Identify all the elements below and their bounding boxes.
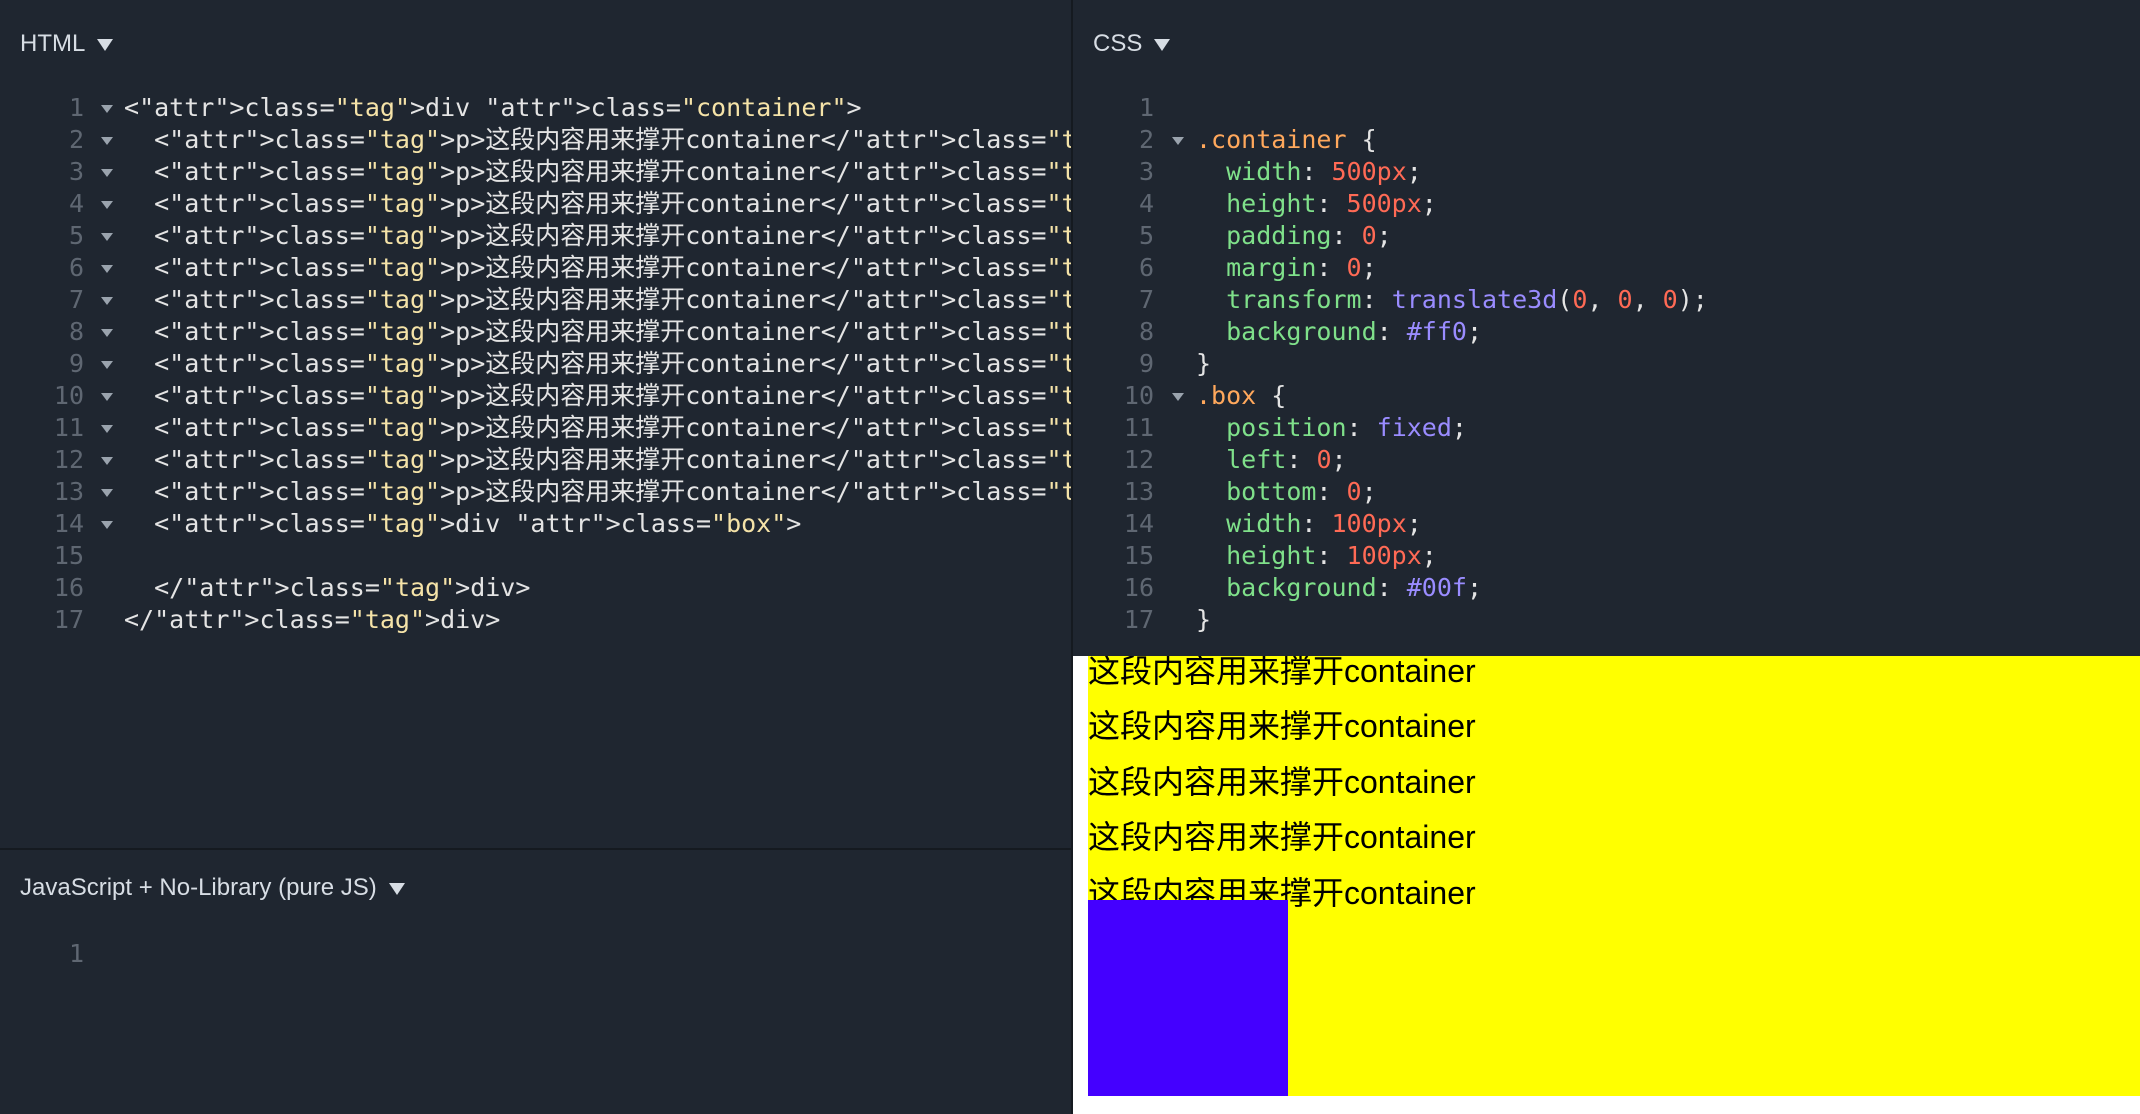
code-text: .box { <box>1196 381 1287 410</box>
line-number: 6 <box>1138 253 1154 282</box>
line-number: 11 <box>1123 413 1154 442</box>
preview-paragraph: 这段内容用来撑开container <box>1088 656 1476 689</box>
css-code-line[interactable]: 6 margin: 0; <box>0 252 2140 284</box>
code-text: bottom: 0; <box>1226 477 1377 506</box>
preview-paragraph: 这段内容用来撑开container <box>1088 819 1476 855</box>
css-code-line[interactable]: 16 background: #00f; <box>0 572 2140 604</box>
css-code-line[interactable]: 9} <box>0 348 2140 380</box>
css-code-line[interactable]: 13 bottom: 0; <box>0 476 2140 508</box>
code-text: height: 500px; <box>1226 189 1437 218</box>
css-code-line[interactable]: 1 <box>0 92 2140 124</box>
css-code-line[interactable]: 15 height: 100px; <box>0 540 2140 572</box>
css-code-line[interactable]: 14 width: 100px; <box>0 508 2140 540</box>
code-text: transform: translate3d(0, 0, 0); <box>1226 285 1708 314</box>
line-number: 4 <box>1138 189 1154 218</box>
line-number: 10 <box>1123 381 1154 410</box>
dropdown-triangle-icon <box>1154 39 1171 51</box>
js-panel-header[interactable]: JavaScript + No-Library (pure JS) <box>20 872 405 904</box>
line-number: 1 <box>68 939 84 968</box>
css-code-line[interactable]: 5 padding: 0; <box>0 220 2140 252</box>
line-number: 8 <box>1138 317 1154 346</box>
line-number: 3 <box>1138 157 1154 186</box>
line-number: 15 <box>1123 541 1154 570</box>
line-number: 2 <box>1138 125 1154 154</box>
code-text: .container { <box>1196 125 1377 154</box>
css-code-line[interactable]: 7 transform: translate3d(0, 0, 0); <box>0 284 2140 316</box>
css-code-line[interactable]: 8 background: #ff0; <box>0 316 2140 348</box>
line-number: 9 <box>1138 349 1154 378</box>
css-code-line[interactable]: 3 width: 500px; <box>0 156 2140 188</box>
code-text: position: fixed; <box>1226 413 1467 442</box>
html-panel-title: HTML <box>20 30 86 57</box>
js-panel-title: JavaScript + No-Library (pure JS) <box>20 874 377 901</box>
css-code-line[interactable]: 12 left: 0; <box>0 444 2140 476</box>
css-panel-header[interactable]: CSS <box>1093 28 1171 60</box>
css-panel-title: CSS <box>1093 30 1143 57</box>
code-text: } <box>1196 349 1212 378</box>
line-number: 16 <box>1123 573 1154 602</box>
css-code-line[interactable]: 2 .container { <box>0 124 2140 156</box>
html-panel-header[interactable]: HTML <box>20 28 114 60</box>
dropdown-triangle-icon <box>97 39 114 51</box>
fold-arrow-icon[interactable] <box>1172 137 1184 145</box>
dropdown-triangle-icon <box>388 883 405 895</box>
code-text: background: #00f; <box>1226 573 1483 602</box>
line-number: 12 <box>1123 445 1154 474</box>
code-text: height: 100px; <box>1226 541 1437 570</box>
code-text: } <box>1196 605 1212 634</box>
css-code-line[interactable]: 17} <box>0 604 2140 636</box>
line-number: 14 <box>1123 509 1154 538</box>
fold-arrow-icon[interactable] <box>1172 393 1184 401</box>
code-text: width: 500px; <box>1226 157 1422 186</box>
line-number: 13 <box>1123 477 1154 506</box>
line-number: 7 <box>1138 285 1154 314</box>
js-code-editor[interactable]: 1 <box>0 938 1071 970</box>
box-element <box>1088 900 1288 1096</box>
js-code-line[interactable]: 1 <box>0 938 1071 970</box>
line-number: 17 <box>1123 605 1154 634</box>
css-code-line[interactable]: 4 height: 500px; <box>0 188 2140 220</box>
preview-paragraph: 这段内容用来撑开container <box>1088 708 1476 744</box>
css-code-editor[interactable]: 1 2 .container {3 width: 500px; 4 height: 5… <box>0 92 2140 636</box>
js-panel: JavaScript + No-Library (pure JS) 1 <box>0 850 1071 1114</box>
code-text: margin: 0; <box>1226 253 1377 282</box>
horizontal-divider[interactable] <box>0 848 1071 850</box>
css-code-line[interactable]: 11 position: fixed; <box>0 412 2140 444</box>
code-text: padding: 0; <box>1226 221 1392 250</box>
line-number: 5 <box>1138 221 1154 250</box>
result-preview: 这段内容用来撑开container 这段内容用来撑开container 这段内容用来… <box>1073 656 2140 1114</box>
code-text: left: 0; <box>1226 445 1347 474</box>
line-number: 1 <box>1138 93 1154 122</box>
css-code-line[interactable]: 10 .box { <box>0 380 2140 412</box>
preview-paragraph: 这段内容用来撑开container <box>1088 764 1476 800</box>
code-text: background: #ff0; <box>1226 317 1483 346</box>
code-text: width: 100px; <box>1226 509 1422 538</box>
